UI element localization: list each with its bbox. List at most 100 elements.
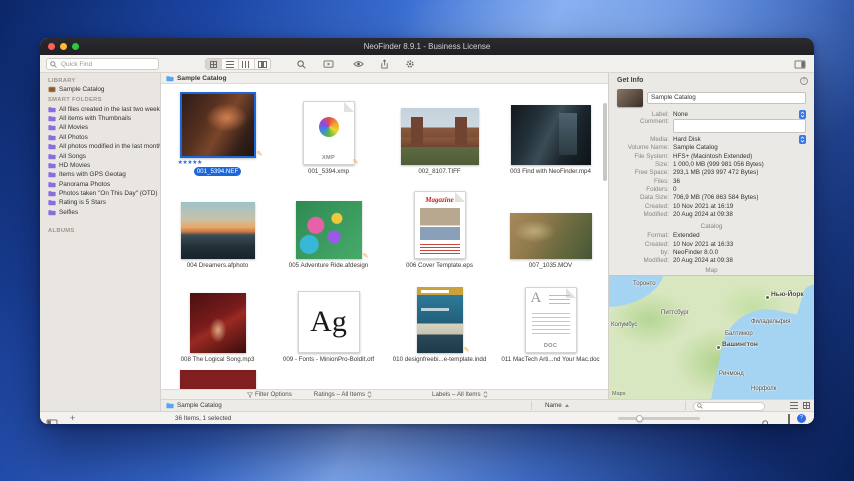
folder-icon [166, 75, 174, 81]
smart-folder-icon [48, 134, 56, 141]
sidebar-item-smart-folder[interactable]: All Photos [40, 133, 160, 142]
file-item[interactable]: ✎ ★★★★★ 001_5394.NEF [162, 85, 273, 179]
file-item[interactable]: 004 Dreamers.afphoto [162, 179, 273, 273]
catalog-name-input[interactable] [647, 91, 806, 104]
toolbar [40, 55, 814, 73]
slideshow-button[interactable] [320, 58, 336, 70]
minimize-window-button[interactable] [60, 43, 67, 50]
sidebar-item-smart-folder[interactable]: All photos modified in the last month [40, 142, 160, 151]
info-label: Size: [655, 161, 669, 169]
sidebar-item-smart-folder[interactable]: Photos taken "On This Day" (OTD) [40, 189, 160, 198]
view-gallery-button[interactable] [255, 59, 270, 69]
sidebar-item-smart-folder[interactable]: All items with Thumbnails [40, 114, 160, 123]
zoom-window-button[interactable] [72, 43, 79, 50]
info-label: Label: [651, 110, 669, 118]
comment-input[interactable] [673, 119, 806, 134]
file-item[interactable]: A DOC 011 MacTech Arti...nd Your Mac.doc [495, 273, 606, 367]
file-item[interactable]: Magazine 006 Cover Template.eps [384, 179, 495, 273]
map-view[interactable]: Торонто Нью-Йорк Питтсбург Филадельфия Б… [609, 274, 814, 400]
get-info-panel: Get Info ? Label: None [608, 73, 814, 400]
thumbnail-size-slider[interactable] [618, 414, 700, 422]
sidebar-item-smart-folder[interactable]: All Songs [40, 151, 160, 160]
titlebar[interactable]: NeoFinder 8.9.1 - Business License [40, 38, 814, 55]
close-window-button[interactable] [48, 43, 55, 50]
sidebar-item-label: All Songs [59, 152, 86, 160]
slideshow-icon [323, 59, 333, 68]
media-popup-stepper[interactable] [799, 135, 806, 145]
sidebar-item-smart-folder[interactable]: HD Movies [40, 161, 160, 170]
vertical-scrollbar[interactable] [603, 98, 607, 377]
ratings-filter-popup[interactable]: Ratings – All Items [314, 391, 372, 398]
file-item[interactable]: ✎ 005 Adventure Ride.afdesign [273, 179, 384, 273]
up-down-chevrons-icon [483, 391, 488, 398]
album-art-thumbnail[interactable] [189, 293, 246, 353]
slider-knob[interactable] [636, 414, 643, 422]
view-icons-button[interactable] [206, 59, 223, 69]
file-item[interactable]: 008 The Logical Song.mp3 [162, 273, 273, 367]
map-city-label: Вашингтон [722, 340, 758, 348]
quick-look-button[interactable] [762, 415, 770, 424]
sidebar-item-smart-folder[interactable]: Rating is 5 Stars [40, 198, 160, 207]
toggle-inspector-button[interactable] [792, 58, 808, 70]
quick-find-input[interactable] [59, 59, 155, 69]
status-bar: + 36 Items, 1 selected ? [40, 411, 814, 424]
smart-folder-icon [48, 209, 56, 216]
photo-thumbnail[interactable] [179, 370, 256, 389]
smart-folder-icon [48, 172, 56, 178]
file-item[interactable]: 003 Find with NeoFinder.mp4 [495, 85, 606, 179]
breadcrumb[interactable]: Sample Catalog [166, 402, 222, 409]
grid-size-button[interactable] [788, 413, 790, 424]
file-name: 010 designfreebi...e-template.indd [392, 356, 487, 363]
sidebar-item-sample-catalog[interactable]: Sample Catalog [40, 85, 160, 94]
file-item[interactable]: Ag 009 - Fonts - MinionPro-BoldIt.otf [273, 273, 384, 367]
photo-thumbnail[interactable] [180, 202, 255, 259]
sidebar-item-smart-folder[interactable]: Panorama Photos [40, 180, 160, 189]
eps-cover-thumbnail[interactable]: Magazine [413, 191, 466, 259]
settings-button[interactable] [402, 58, 418, 70]
list-search-input[interactable] [705, 402, 761, 410]
view-list-button[interactable] [222, 59, 239, 69]
scrollbar-thumb[interactable] [603, 103, 607, 181]
file-item[interactable]: 007_1035.MOV [495, 179, 606, 273]
labels-filter-popup[interactable]: Labels – All Items [432, 391, 488, 398]
preview-button[interactable] [350, 58, 366, 70]
design-thumbnail[interactable] [295, 201, 362, 259]
file-item[interactable]: 002_8107.TIFF [384, 85, 495, 179]
find-button[interactable] [293, 58, 309, 70]
quick-find-field[interactable] [46, 58, 159, 70]
grid-options-icon[interactable] [803, 402, 810, 409]
video-thumbnail[interactable] [510, 105, 591, 165]
photo-thumbnail[interactable] [400, 108, 479, 165]
file-item[interactable]: ✎ 010 designfreebi...e-template.indd [384, 273, 495, 367]
file-name: 003 Find with NeoFinder.mp4 [510, 168, 591, 175]
sort-column-header[interactable]: Name [545, 402, 569, 409]
toggle-sidebar-button[interactable] [46, 415, 58, 424]
help-button[interactable]: ? [797, 414, 806, 423]
help-icon[interactable]: ? [800, 76, 808, 85]
label-popup-stepper[interactable] [799, 109, 806, 119]
cover-text-lines [419, 244, 460, 254]
video-thumbnail[interactable] [509, 213, 592, 259]
xmp-file-thumbnail[interactable]: XMP [302, 101, 355, 165]
font-sample-text: Ag [310, 305, 347, 338]
file-name: 009 - Fonts - MinionPro-BoldIt.otf [282, 356, 375, 363]
indesign-thumbnail[interactable] [416, 287, 463, 353]
doc-file-thumbnail[interactable]: A DOC [524, 287, 577, 353]
photo-thumbnail[interactable] [179, 92, 256, 158]
filter-options-button[interactable]: Filter Options [247, 391, 292, 398]
list-search-field[interactable] [693, 401, 765, 411]
file-item[interactable]: XMP ✎ 001_5394.xmp [273, 85, 384, 179]
share-button[interactable] [376, 58, 392, 70]
sidebar-item-smart-folder[interactable]: Selfies [40, 208, 160, 217]
sidebar-item-smart-folder[interactable]: All files created in the last two weeks [40, 104, 160, 113]
rating-stars[interactable]: ★★★★★ [178, 160, 258, 167]
view-columns-button[interactable] [239, 59, 255, 69]
font-thumbnail[interactable]: Ag [297, 291, 360, 353]
info-label: Created: [644, 202, 669, 210]
sidebar-item-smart-folder[interactable]: All Movies [40, 123, 160, 132]
file-item[interactable] [162, 367, 273, 389]
sidebar-item-smart-folder[interactable]: Items with GPS Geotag [40, 170, 160, 179]
list-options-icon[interactable] [790, 402, 798, 409]
add-button[interactable]: + [70, 412, 75, 424]
info-label: Files: [653, 177, 669, 185]
